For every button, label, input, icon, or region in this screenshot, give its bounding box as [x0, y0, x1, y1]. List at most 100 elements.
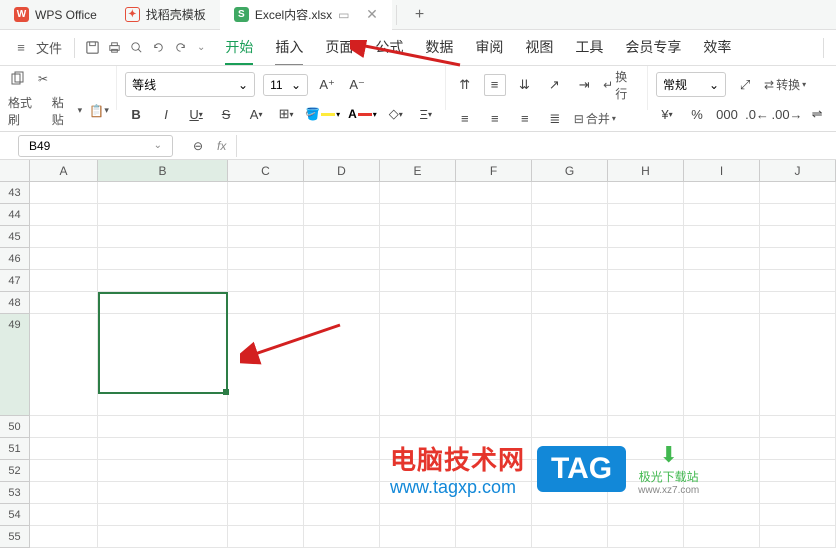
cell[interactable] [532, 182, 608, 204]
menu-review[interactable]: 审阅 [475, 31, 503, 65]
cell[interactable] [30, 292, 98, 314]
preview-icon[interactable] [127, 39, 145, 57]
cell[interactable] [760, 182, 836, 204]
cell[interactable] [456, 204, 532, 226]
cell[interactable] [456, 182, 532, 204]
undo-icon[interactable] [149, 39, 167, 57]
cell[interactable] [684, 182, 760, 204]
cell[interactable] [684, 504, 760, 526]
cell[interactable] [760, 526, 836, 548]
clear-format-button[interactable]: ◇▾ [385, 103, 407, 125]
cell[interactable] [304, 270, 380, 292]
justify-icon[interactable]: ≣ [544, 108, 566, 130]
font-select[interactable]: 等线⌄ [125, 72, 255, 97]
border-button[interactable]: ⊞▾ [275, 103, 297, 125]
cell[interactable] [98, 248, 228, 270]
cell[interactable] [98, 482, 228, 504]
align-right-icon[interactable]: ≡ [514, 108, 536, 130]
fx-icon[interactable]: fx [217, 139, 226, 153]
cell[interactable] [228, 226, 304, 248]
copy-icon[interactable] [8, 70, 26, 88]
cell[interactable] [30, 226, 98, 248]
menu-efficiency[interactable]: 效率 [703, 31, 731, 65]
col-header-b[interactable]: B [98, 160, 228, 181]
cell[interactable] [760, 226, 836, 248]
cell[interactable] [228, 482, 304, 504]
cell[interactable] [30, 314, 98, 416]
add-tab-button[interactable]: + [401, 6, 438, 24]
cell[interactable] [98, 182, 228, 204]
cell[interactable] [760, 504, 836, 526]
cell[interactable] [380, 314, 456, 416]
cell[interactable] [304, 292, 380, 314]
cell[interactable] [532, 248, 608, 270]
cell[interactable] [684, 226, 760, 248]
text-format-button[interactable]: A▾ [245, 103, 267, 125]
cell[interactable] [30, 248, 98, 270]
cancel-icon[interactable]: ⊖ [189, 137, 207, 155]
cell[interactable] [380, 526, 456, 548]
cell[interactable] [532, 226, 608, 248]
row-header[interactable]: 43 [0, 182, 30, 204]
file-menu[interactable]: ≡ 文件 [8, 38, 66, 57]
cell[interactable] [456, 314, 532, 416]
cell[interactable] [304, 416, 380, 438]
cell[interactable] [228, 270, 304, 292]
cell[interactable] [684, 270, 760, 292]
save-icon[interactable] [83, 39, 101, 57]
type-convert-icon[interactable]: ⇌ [806, 103, 828, 125]
row-header[interactable]: 54 [0, 504, 30, 526]
cell[interactable] [760, 292, 836, 314]
cell[interactable] [30, 182, 98, 204]
cell[interactable] [304, 248, 380, 270]
row-header[interactable]: 44 [0, 204, 30, 226]
cell[interactable] [98, 226, 228, 248]
clipboard-icon[interactable]: 📋▾ [90, 102, 108, 120]
chevron-down-icon[interactable]: ⌄ [154, 140, 162, 151]
percent-icon[interactable]: % [686, 103, 708, 125]
cell[interactable] [380, 248, 456, 270]
col-header-e[interactable]: E [380, 160, 456, 181]
cut-icon[interactable]: ✂ [34, 70, 52, 88]
cell[interactable] [608, 270, 684, 292]
strikethrough-button[interactable]: S [215, 103, 237, 125]
cell[interactable] [98, 292, 228, 314]
cell[interactable] [98, 314, 228, 416]
col-header-h[interactable]: H [608, 160, 684, 181]
cell[interactable] [304, 438, 380, 460]
col-header-a[interactable]: A [30, 160, 98, 181]
close-icon[interactable]: ✕ [366, 6, 378, 23]
cell[interactable] [30, 482, 98, 504]
expand-icon[interactable]: ⤢ [734, 74, 756, 96]
col-header-d[interactable]: D [304, 160, 380, 181]
cell[interactable] [760, 314, 836, 416]
cell[interactable] [228, 204, 304, 226]
cell[interactable] [532, 270, 608, 292]
cell[interactable] [98, 460, 228, 482]
cell[interactable] [30, 270, 98, 292]
row-header[interactable]: 55 [0, 526, 30, 548]
cell[interactable] [30, 526, 98, 548]
row-header-active[interactable]: 49 [0, 314, 30, 416]
cell[interactable] [532, 526, 608, 548]
format-painter-button[interactable]: 格式刷 [8, 94, 44, 128]
cell[interactable] [608, 526, 684, 548]
cell[interactable] [380, 292, 456, 314]
cell[interactable] [456, 248, 532, 270]
redo-icon[interactable] [171, 39, 189, 57]
cell[interactable] [760, 204, 836, 226]
cell[interactable] [228, 292, 304, 314]
cell[interactable] [760, 438, 836, 460]
wrap-button[interactable]: ↵换行 [603, 68, 639, 102]
name-box[interactable]: B49 ⌄ [18, 135, 173, 157]
cell[interactable] [456, 416, 532, 438]
cell[interactable] [532, 204, 608, 226]
cell[interactable] [380, 226, 456, 248]
row-header[interactable]: 45 [0, 226, 30, 248]
menu-insert[interactable]: 插入 [275, 31, 303, 65]
cell[interactable] [228, 526, 304, 548]
comma-icon[interactable]: 000 [716, 103, 738, 125]
cell[interactable] [760, 270, 836, 292]
italic-button[interactable]: I [155, 103, 177, 125]
cell[interactable] [456, 292, 532, 314]
